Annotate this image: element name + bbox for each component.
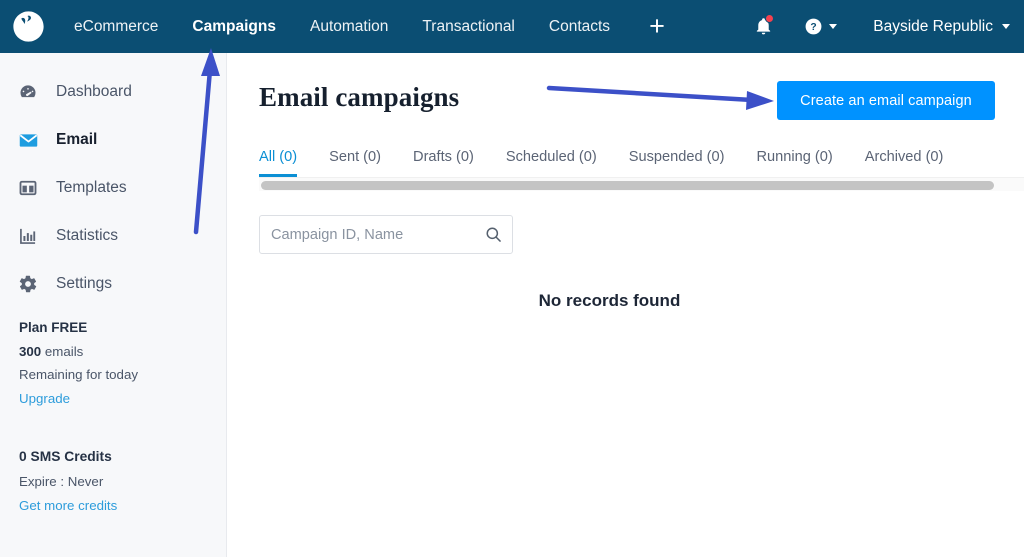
tab-all[interactable]: All (0) [259,149,298,177]
sidebar-item-label: Settings [56,275,113,292]
sidebar-item-email[interactable]: Email [0,116,226,164]
plan-email-quota: 300 emails [19,344,226,359]
svg-text:?: ? [811,22,817,33]
sidebar-item-label: Templates [56,179,127,196]
sidebar-item-label: Statistics [56,227,119,244]
notifications-button[interactable] [746,10,780,44]
notification-badge-dot [765,13,775,23]
tab-running[interactable]: Running (0) [756,149,832,177]
primary-nav-links: eCommerce Campaigns Automation Transacti… [57,0,681,53]
chevron-down-icon [829,24,838,29]
sidebar-item-label: Dashboard [56,83,132,100]
campaign-search-box [259,215,513,254]
get-more-credits-link[interactable]: Get more credits [19,498,117,513]
scrollbar-thumb[interactable] [261,181,994,190]
sidebar-item-settings[interactable]: Settings [0,260,226,308]
nav-item-ecommerce[interactable]: eCommerce [57,0,175,53]
help-circle-icon: ? [805,18,822,35]
plan-remaining-text: Remaining for today [19,367,138,382]
sms-credits-summary: 0 SMS Credits Expire : Never Get more cr… [0,408,226,515]
nav-item-automation[interactable]: Automation [293,0,405,53]
account-name-label: Bayside Republic [873,17,993,35]
campaign-status-tabs: All (0) Sent (0) Drafts (0) Scheduled (0… [259,149,1024,179]
sidebar: Dashboard Email Templates Statistics Set… [0,53,227,557]
bar-chart-icon [17,225,39,247]
app-root: eCommerce Campaigns Automation Transacti… [0,0,1024,557]
tab-sent[interactable]: Sent (0) [329,149,381,177]
sidebar-item-dashboard[interactable]: Dashboard [0,68,226,116]
tabs-horizontal-scrollbar[interactable] [259,177,1024,191]
sidebar-item-label: Email [56,131,98,148]
add-new-button[interactable]: + [633,0,681,53]
envelope-icon [17,129,39,151]
tab-archived[interactable]: Archived (0) [865,149,944,177]
sidebar-item-templates[interactable]: Templates [0,164,226,212]
chevron-down-icon [1002,24,1010,29]
help-menu-button[interactable]: ? [800,13,841,40]
plan-title: Plan FREE [19,320,88,335]
empty-state-message: No records found [538,291,681,310]
plan-email-count: 300 [19,344,42,359]
main-content: Email campaigns Create an email campaign… [227,53,1024,557]
upgrade-link[interactable]: Upgrade [19,391,70,406]
nav-item-transactional[interactable]: Transactional [405,0,531,53]
account-menu-button[interactable]: Bayside Republic [873,18,1010,36]
layout-icon [17,177,39,199]
sendinblue-pinwheel-logo-icon [13,11,44,42]
tab-scheduled[interactable]: Scheduled (0) [506,149,597,177]
plan-summary: Plan FREE 300 emails Remaining for today… [0,308,226,408]
tab-suspended[interactable]: Suspended (0) [629,149,725,177]
nav-item-campaigns[interactable]: Campaigns [175,0,293,53]
search-input[interactable] [260,226,474,243]
page-title: Email campaigns [259,82,460,112]
app-logo[interactable] [0,10,57,43]
top-nav-right-group: ? Bayside Republic [746,10,1024,44]
search-icon[interactable] [474,225,512,244]
tab-drafts[interactable]: Drafts (0) [413,149,474,177]
create-email-campaign-button[interactable]: Create an email campaign [777,81,995,120]
sms-expire-text: Expire : Never [19,474,104,489]
sidebar-nav-list: Dashboard Email Templates Statistics Set… [0,53,226,308]
nav-item-contacts[interactable]: Contacts [532,0,627,53]
top-navigation-bar: eCommerce Campaigns Automation Transacti… [0,0,1024,53]
sidebar-item-statistics[interactable]: Statistics [0,212,226,260]
speedometer-icon [17,81,39,103]
sms-credits-title: 0 SMS Credits [19,449,112,464]
plan-email-word: emails [44,344,84,359]
gear-icon [17,273,39,295]
